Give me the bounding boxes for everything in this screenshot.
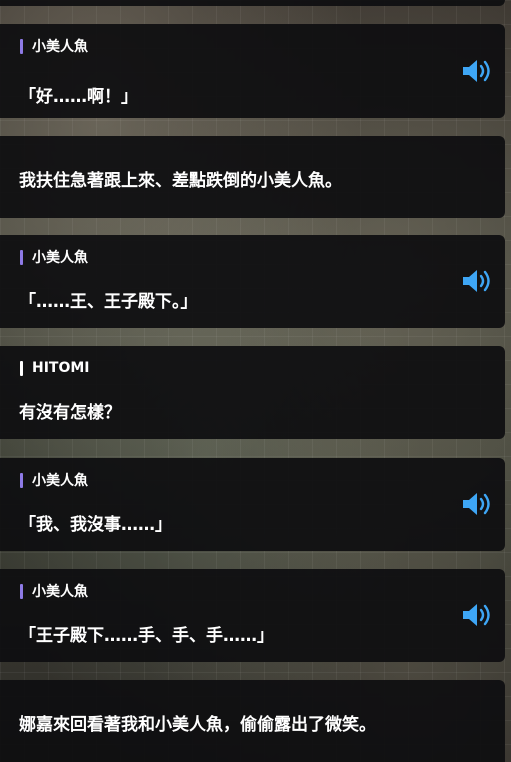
speaker-label: 小美人魚 (32, 584, 88, 600)
speaker-marker (20, 38, 23, 54)
speaker-name: HITOMI (20, 359, 90, 377)
speaker-label: HITOMI (32, 360, 90, 376)
speaker-icon (463, 604, 490, 626)
narration-text: 我扶住急著跟上來、差點跌倒的小美人魚。 (19, 171, 342, 191)
log-entry: HITOMI 有沒有怎樣？ (0, 346, 505, 439)
replay-voice-button[interactable] (461, 58, 493, 84)
speaker-icon (463, 60, 490, 82)
log-entry: 小美人魚 「我、我沒事……」 (0, 458, 505, 551)
speaker-marker (20, 249, 23, 265)
log-entry: 小美人魚 「……王、王子殿下。」 (0, 235, 505, 328)
speaker-label: 小美人魚 (32, 473, 88, 489)
dialogue-text: 「……王、王子殿下。」 (19, 292, 198, 312)
log-entry: 娜嘉來回看著我和小美人魚，偷偷露出了微笑。 (0, 680, 505, 762)
speaker-label: 小美人魚 (32, 39, 88, 55)
log-entry: 小美人魚 「好……啊！」 (0, 24, 505, 118)
replay-voice-button[interactable] (461, 268, 493, 294)
speaker-marker (20, 583, 23, 599)
dialogue-text: 有沒有怎樣？ (19, 403, 121, 423)
backlog[interactable]: 小美人魚 「好……啊！」 我扶住急著跟上來、差點跌倒的小美人魚。 小美人魚 「…… (0, 0, 511, 762)
speaker-marker (20, 360, 23, 376)
log-entry: 我扶住急著跟上來、差點跌倒的小美人魚。 (0, 136, 505, 218)
speaker-marker (20, 472, 23, 488)
log-entry: 小美人魚 「王子殿下……手、手、手……」 (0, 569, 505, 662)
dialogue-text: 「王子殿下……手、手、手……」 (19, 626, 274, 646)
speaker-name: 小美人魚 (20, 248, 88, 266)
replay-voice-button[interactable] (461, 491, 493, 517)
speaker-name: 小美人魚 (20, 582, 88, 600)
speaker-label: 小美人魚 (32, 250, 88, 266)
speaker-icon (463, 493, 490, 515)
speaker-name: 小美人魚 (20, 37, 88, 55)
narration-text: 娜嘉來回看著我和小美人魚，偷偷露出了微笑。 (19, 715, 376, 735)
speaker-icon (463, 270, 490, 292)
replay-voice-button[interactable] (461, 602, 493, 628)
speaker-name: 小美人魚 (20, 471, 88, 489)
previous-entry-edge (0, 0, 505, 6)
dialogue-text: 「我、我沒事……」 (19, 515, 172, 535)
dialogue-text: 「好……啊！」 (19, 87, 138, 107)
